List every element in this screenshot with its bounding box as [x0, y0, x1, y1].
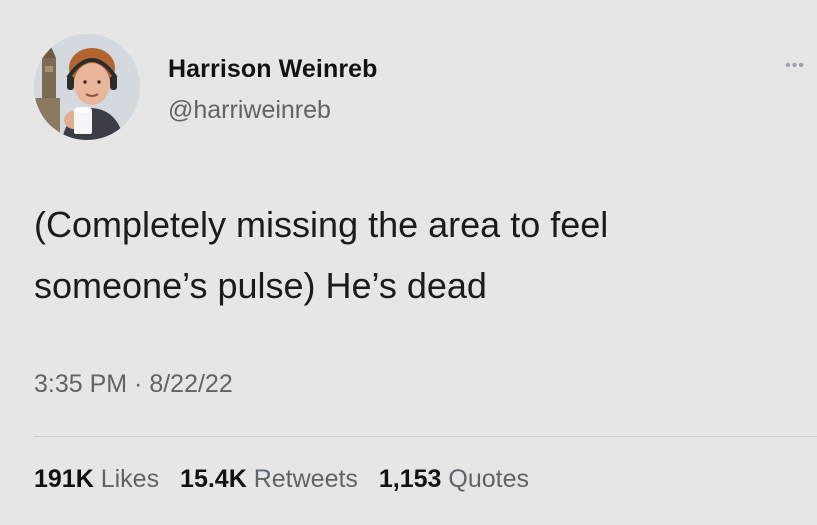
likes-count: 191K — [34, 465, 94, 493]
likes-label: Likes — [100, 465, 160, 493]
retweets-stat[interactable]: 15.4K Retweets — [180, 465, 358, 494]
quotes-stat[interactable]: 1,153 Quotes — [379, 465, 529, 494]
author-handle[interactable]: @harriweinreb — [168, 96, 331, 125]
divider — [34, 436, 817, 437]
retweets-count: 15.4K — [180, 465, 247, 493]
quotes-label: Quotes — [448, 465, 530, 493]
tweet-text: (Completely missing the area to feel som… — [34, 204, 609, 306]
tweet-card: Harrison Weinreb @harriweinreb ••• (Comp… — [0, 0, 817, 525]
engagement-stats: 191K Likes 15.4K Retweets 1,153 Quotes — [34, 465, 543, 494]
avatar[interactable] — [34, 34, 140, 140]
more-icon[interactable]: ••• — [785, 56, 805, 76]
author-display-name[interactable]: Harrison Weinreb — [168, 55, 378, 84]
quotes-count: 1,153 — [378, 465, 442, 493]
avatar-photo — [34, 34, 140, 140]
tweet-timestamp[interactable]: 3:35 PM · 8/22/22 — [34, 370, 233, 399]
retweets-label: Retweets — [253, 465, 358, 493]
likes-stat[interactable]: 191K Likes — [34, 465, 159, 494]
